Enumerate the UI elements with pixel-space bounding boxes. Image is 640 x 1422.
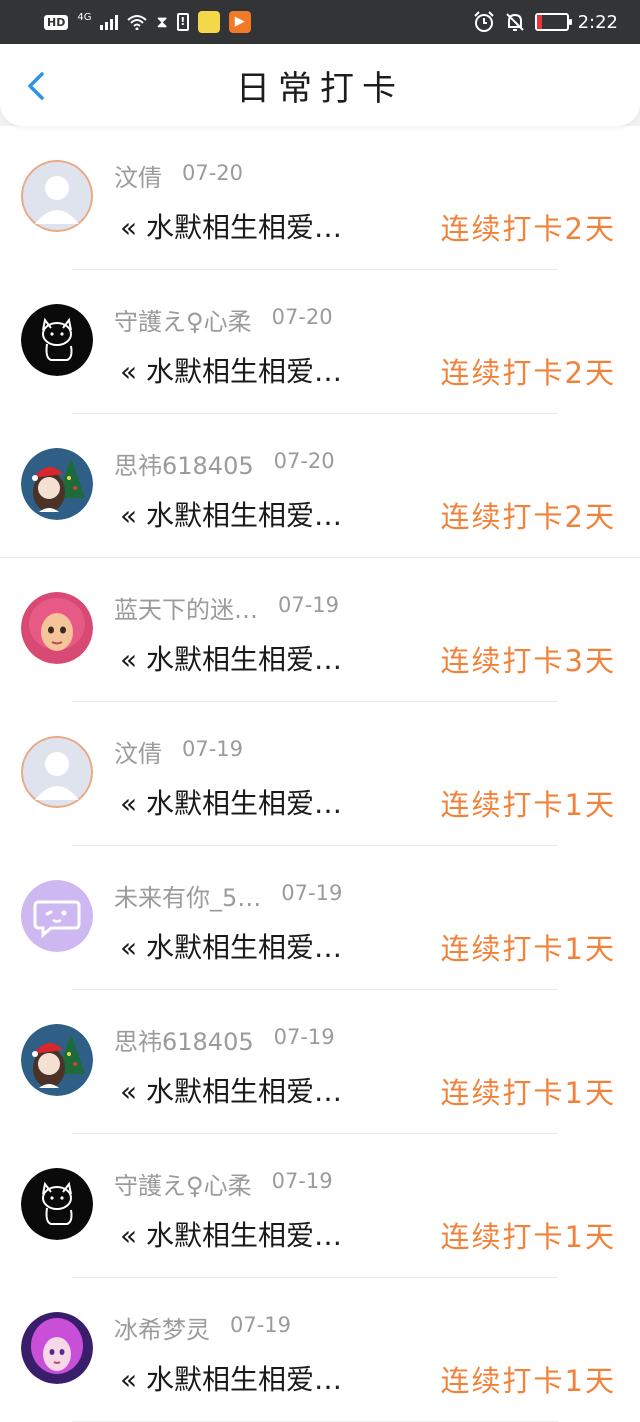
user-name[interactable]: 蓝天下的迷… xyxy=(114,590,258,625)
streak-label: 连续打卡2天 xyxy=(440,356,616,390)
status-right: 2:22 xyxy=(473,11,618,33)
checkin-message: « 水默相生相爱… xyxy=(120,499,343,532)
back-icon[interactable] xyxy=(18,66,54,106)
network-type: 4G xyxy=(77,11,92,23)
checkin-date: 07-19 xyxy=(230,1313,292,1337)
streak-label: 连续打卡1天 xyxy=(440,1364,616,1398)
avatar[interactable] xyxy=(21,1312,93,1384)
streak-label: 连续打卡1天 xyxy=(440,788,616,822)
header-wrap: 日常打卡 xyxy=(0,44,640,126)
avatar[interactable] xyxy=(21,736,93,808)
checkin-row[interactable]: 思祎618405 07-20 « 水默相生相爱… 连续打卡2天 xyxy=(0,414,640,558)
checkin-row[interactable]: 蓝天下的迷… 07-19 « 水默相生相爱… 连续打卡3天 xyxy=(0,558,640,702)
user-name[interactable]: 守護え♀心柔 xyxy=(114,302,252,337)
streak-label: 连续打卡1天 xyxy=(440,1076,616,1110)
avatar[interactable] xyxy=(21,880,93,952)
checkin-date: 07-19 xyxy=(273,1025,335,1049)
wifi-icon xyxy=(127,15,148,30)
checkin-message: « 水默相生相爱… xyxy=(120,1219,343,1252)
checkin-message: « 水默相生相爱… xyxy=(120,1363,343,1396)
checkin-message: « 水默相生相爱… xyxy=(120,787,343,820)
name-line: 思祎618405 07-19 xyxy=(114,1022,335,1057)
streak-label: 连续打卡1天 xyxy=(440,932,616,966)
hourglass-icon: ⧗ xyxy=(156,12,168,31)
user-name[interactable]: 思祎618405 xyxy=(114,446,254,481)
checkin-row[interactable]: 守護え♀心柔 07-20 « 水默相生相爱… 连续打卡2天 xyxy=(0,270,640,414)
name-line: 思祎618405 07-20 xyxy=(114,446,335,481)
avatar[interactable] xyxy=(21,1024,93,1096)
checkin-row[interactable]: 守護え♀心柔 07-19 « 水默相生相爱… 连续打卡1天 xyxy=(0,1134,640,1278)
checkin-list: 汶倩 07-20 « 水默相生相爱… 连续打卡2天 守護え♀心柔 07-20 «… xyxy=(0,126,640,1422)
checkin-message: « 水默相生相爱… xyxy=(120,931,343,964)
user-name[interactable]: 未来有你_5… xyxy=(114,878,261,913)
checkin-row[interactable]: 汶倩 07-19 « 水默相生相爱… 连续打卡1天 xyxy=(0,702,640,846)
user-name[interactable]: 思祎618405 xyxy=(114,1022,254,1057)
checkin-date: 07-20 xyxy=(273,449,335,473)
streak-label: 连续打卡1天 xyxy=(440,1220,616,1254)
checkin-row[interactable]: 思祎618405 07-19 « 水默相生相爱… 连续打卡1天 xyxy=(0,990,640,1134)
checkin-date: 07-20 xyxy=(182,161,244,185)
name-line: 汶倩 07-19 xyxy=(114,734,243,769)
streak-label: 连续打卡2天 xyxy=(440,500,616,534)
checkin-date: 07-19 xyxy=(271,1169,333,1193)
avatar[interactable] xyxy=(21,160,93,232)
checkin-date: 07-19 xyxy=(182,737,244,761)
checkin-date: 07-19 xyxy=(278,593,340,617)
checkin-date: 07-20 xyxy=(271,305,333,329)
status-left: HD 4G ⧗ ! ▶ xyxy=(44,11,251,33)
user-name[interactable]: 汶倩 xyxy=(114,734,162,769)
alarm-icon xyxy=(473,11,494,32)
name-line: 守護え♀心柔 07-20 xyxy=(114,302,333,337)
avatar[interactable] xyxy=(21,592,93,664)
mute-bell-icon xyxy=(505,13,524,31)
checkin-row[interactable]: 汶倩 07-20 « 水默相生相爱… 连续打卡2天 xyxy=(0,126,640,270)
alert-icon: ! xyxy=(176,13,189,31)
avatar[interactable] xyxy=(21,1168,93,1240)
checkin-date: 07-19 xyxy=(281,881,343,905)
hd-icon: HD xyxy=(44,14,69,30)
battery-icon xyxy=(534,13,572,31)
avatar[interactable] xyxy=(21,304,93,376)
name-line: 未来有你_5… 07-19 xyxy=(114,878,342,913)
status-bar: HD 4G ⧗ ! ▶ 2:22 xyxy=(0,0,640,44)
user-name[interactable]: 守護え♀心柔 xyxy=(114,1166,252,1201)
checkin-row[interactable]: 冰希梦灵 07-19 « 水默相生相爱… 连续打卡1天 xyxy=(0,1278,640,1422)
checkin-row[interactable]: 未来有你_5… 07-19 « 水默相生相爱… 连续打卡1天 xyxy=(0,846,640,990)
avatar[interactable] xyxy=(21,448,93,520)
checkin-message: « 水默相生相爱… xyxy=(120,355,343,388)
user-name[interactable]: 冰希梦灵 xyxy=(114,1310,210,1345)
streak-label: 连续打卡2天 xyxy=(440,212,616,246)
user-name[interactable]: 汶倩 xyxy=(114,158,162,193)
page-title: 日常打卡 xyxy=(236,68,404,109)
app-notification-icon xyxy=(197,11,220,33)
name-line: 汶倩 07-20 xyxy=(114,158,243,193)
header: 日常打卡 xyxy=(0,44,640,126)
checkin-message: « 水默相生相爱… xyxy=(120,211,343,244)
name-line: 守護え♀心柔 07-19 xyxy=(114,1166,333,1201)
streak-label: 连续打卡3天 xyxy=(440,644,616,678)
name-line: 蓝天下的迷… 07-19 xyxy=(114,590,339,625)
name-line: 冰希梦灵 07-19 xyxy=(114,1310,291,1345)
signal-icon xyxy=(100,14,119,30)
clock: 2:22 xyxy=(577,11,618,33)
checkin-message: « 水默相生相爱… xyxy=(120,643,343,676)
checkin-message: « 水默相生相爱… xyxy=(120,1075,343,1108)
video-app-icon: ▶ xyxy=(228,11,251,33)
